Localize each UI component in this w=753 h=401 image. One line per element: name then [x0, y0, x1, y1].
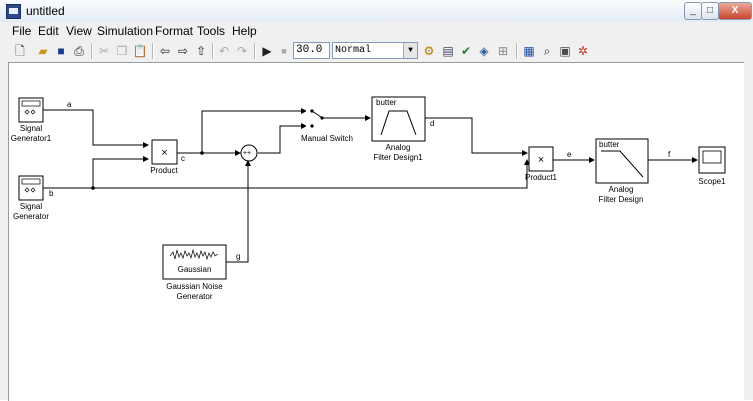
block-name: Filter Design1	[373, 153, 423, 162]
signal-label-g: g	[236, 252, 240, 261]
block-name: Gaussian Noise	[166, 282, 223, 291]
block-name: Generator	[13, 212, 49, 221]
block-name: Signal	[20, 202, 42, 211]
block-name: Filter Design	[599, 195, 644, 204]
signal-label-a: a	[67, 100, 72, 109]
block-diagram: a b c d e f g Signal Generator1 Signal G…	[11, 96, 726, 301]
block-name: Generator	[176, 292, 212, 301]
filter-icon-text: butter	[599, 140, 620, 149]
manual-switch-block[interactable]	[306, 106, 334, 130]
block-name: Product	[150, 166, 178, 175]
signal-g-wire[interactable]	[226, 160, 251, 263]
signal-d-wire[interactable]	[425, 117, 528, 156]
multiply-icon: ×	[161, 147, 167, 159]
sum-to-switch-wire[interactable]	[258, 123, 307, 154]
filter-icon-text: butter	[376, 98, 397, 107]
gaussian-icon-text: Gaussian	[178, 265, 212, 274]
sum-signs: ++	[243, 150, 251, 157]
signal-b-branch-wire[interactable]	[92, 156, 149, 188]
block-name: Scope1	[698, 177, 726, 186]
block-name: Manual Switch	[301, 134, 353, 143]
scope1-block[interactable]	[698, 146, 726, 174]
block-name: Generator1	[11, 134, 52, 143]
signal-b-wire[interactable]	[43, 159, 530, 189]
signal-a-wire[interactable]	[43, 109, 149, 148]
branch-point	[91, 186, 95, 190]
signal-label-b: b	[49, 189, 54, 198]
scope-screen-icon	[702, 150, 722, 164]
block-name: Signal	[20, 124, 42, 133]
branch-point	[200, 151, 204, 155]
multiply-icon: ×	[538, 154, 544, 166]
block-name: Product1	[525, 173, 558, 182]
signal-label-e: e	[567, 150, 572, 159]
block-name: Analog	[386, 143, 411, 152]
signal-label-c: c	[181, 154, 185, 163]
signal-label-f: f	[668, 150, 671, 159]
block-name: Analog	[609, 185, 634, 194]
signal-label-d: d	[430, 119, 434, 128]
signal-generator-block[interactable]	[18, 175, 44, 201]
signal-generator1-block[interactable]	[18, 97, 44, 123]
